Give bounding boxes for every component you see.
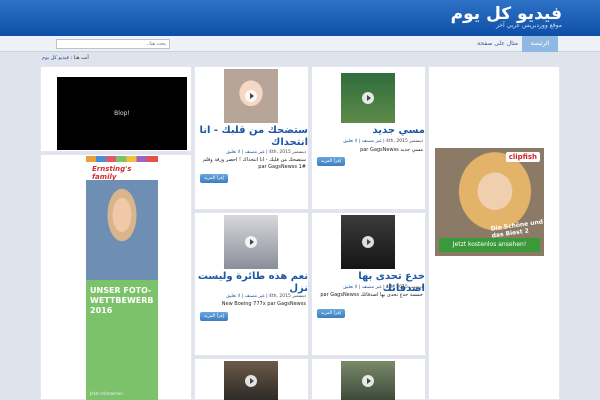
post-category[interactable]: غير مصنف [245, 294, 265, 299]
post-date: ديسمبر 4th, 2015 [269, 150, 306, 155]
site-description: موقع ووردبريس عربي آخر [495, 22, 562, 29]
clipfish-logo: clipfish [505, 152, 540, 162]
post-category[interactable]: غير مصنف [362, 139, 382, 144]
ad-contest-block: UNSER FOTO-WETTBEWERB 2016 Jetzt mitmach… [86, 280, 158, 400]
nav-item-home[interactable]: الرئيسة [522, 36, 558, 52]
post-title[interactable]: ستضحك من قلبك - انا انتحداك [196, 125, 308, 149]
ad-cta-button[interactable]: Jetzt kostenlos ansehen! [439, 238, 540, 252]
post-thumbnail[interactable] [341, 73, 395, 123]
nav-item-sample-page[interactable]: مثال على صفحة [477, 36, 518, 52]
post-meta: ديسمبر 4th, 2015 | غير مصنف | لا تعليق [343, 285, 423, 290]
read-more-button[interactable]: إقرأ المزيد [200, 174, 228, 183]
post-thumbnail[interactable] [224, 69, 278, 123]
post-meta: ديسمبر 4th, 2015 | غير مصنف | لا تعليق [226, 294, 306, 299]
play-icon [245, 374, 257, 387]
post-date: ديسمبر 4th, 2015 [386, 139, 423, 144]
post-thumbnail[interactable] [341, 215, 395, 269]
play-icon [362, 374, 374, 387]
breadcrumb-home-link[interactable]: فيديو كل يوم [42, 55, 69, 61]
post-comments[interactable]: لا تعليق [226, 150, 240, 155]
post-meta: ديسمبر 4th, 2015 | غير مصنف | لا تعليق [343, 139, 423, 144]
ad-photo [86, 180, 158, 280]
video-player[interactable]: Blop! [57, 77, 187, 150]
play-icon [362, 92, 374, 104]
post-category[interactable]: غير مصنف [245, 150, 265, 155]
ad-footer-text: Jetzt mitmachen [90, 391, 123, 396]
post-excerpt: ستضحك من قلبك - انا انتحداك ! احضر ورقة … [202, 157, 306, 170]
post-excerpt: New Boeing 777x par GagsNewss [221, 301, 306, 307]
post-meta: ديسمبر 4th, 2015 | غير مصنف | لا تعليق [226, 150, 306, 155]
post-date: ديسمبر 4th, 2015 [386, 285, 423, 290]
site-header: فيديو كل يوم موقع ووردبريس عربي آخر [0, 0, 600, 36]
play-icon [362, 236, 374, 248]
post-thumbnail[interactable] [224, 361, 278, 400]
post-thumbnail[interactable] [341, 361, 395, 400]
post-category[interactable]: غير مصنف [362, 285, 382, 290]
play-icon [245, 90, 257, 102]
search-input[interactable] [56, 39, 170, 49]
post-excerpt: خمسة خدع تحدى بها اصدقائك par GagsNewss [320, 292, 423, 298]
ad-banner-right[interactable]: clipfish Die Schöne und das Biest 2 Jetz… [435, 148, 544, 256]
post-comments[interactable]: لا تعليق [343, 285, 357, 290]
post-excerpt: مسي جديد par GagsNewss [360, 147, 423, 153]
post-title[interactable]: مسي جديد [313, 125, 425, 137]
ad-banner-left[interactable]: Ernsting's family UNSER FOTO-WETTBEWERB … [86, 156, 158, 400]
post-thumbnail[interactable] [224, 215, 278, 269]
post-comments[interactable]: لا تعليق [226, 294, 240, 299]
breadcrumb-prefix: أنت هنا : [70, 55, 89, 61]
breadcrumb: أنت هنا : فيديو كل يوم [42, 55, 89, 61]
read-more-button[interactable]: إقرأ المزيد [317, 157, 345, 166]
read-more-button[interactable]: إقرأ المزيد [317, 309, 345, 318]
site-title[interactable]: فيديو كل يوم [451, 4, 562, 24]
ad-contest-text: UNSER FOTO-WETTBEWERB 2016 [90, 286, 154, 315]
post-title[interactable]: نعم هذه طائرة وليست نزل [196, 271, 308, 295]
post-date: ديسمبر 4th, 2015 [269, 294, 306, 299]
ad-brand: Ernsting's family [92, 165, 132, 181]
read-more-button[interactable]: إقرأ المزيد [200, 312, 228, 321]
play-icon [245, 236, 257, 248]
post-comments[interactable]: لا تعليق [343, 139, 357, 144]
ad-color-stripe [86, 156, 158, 162]
